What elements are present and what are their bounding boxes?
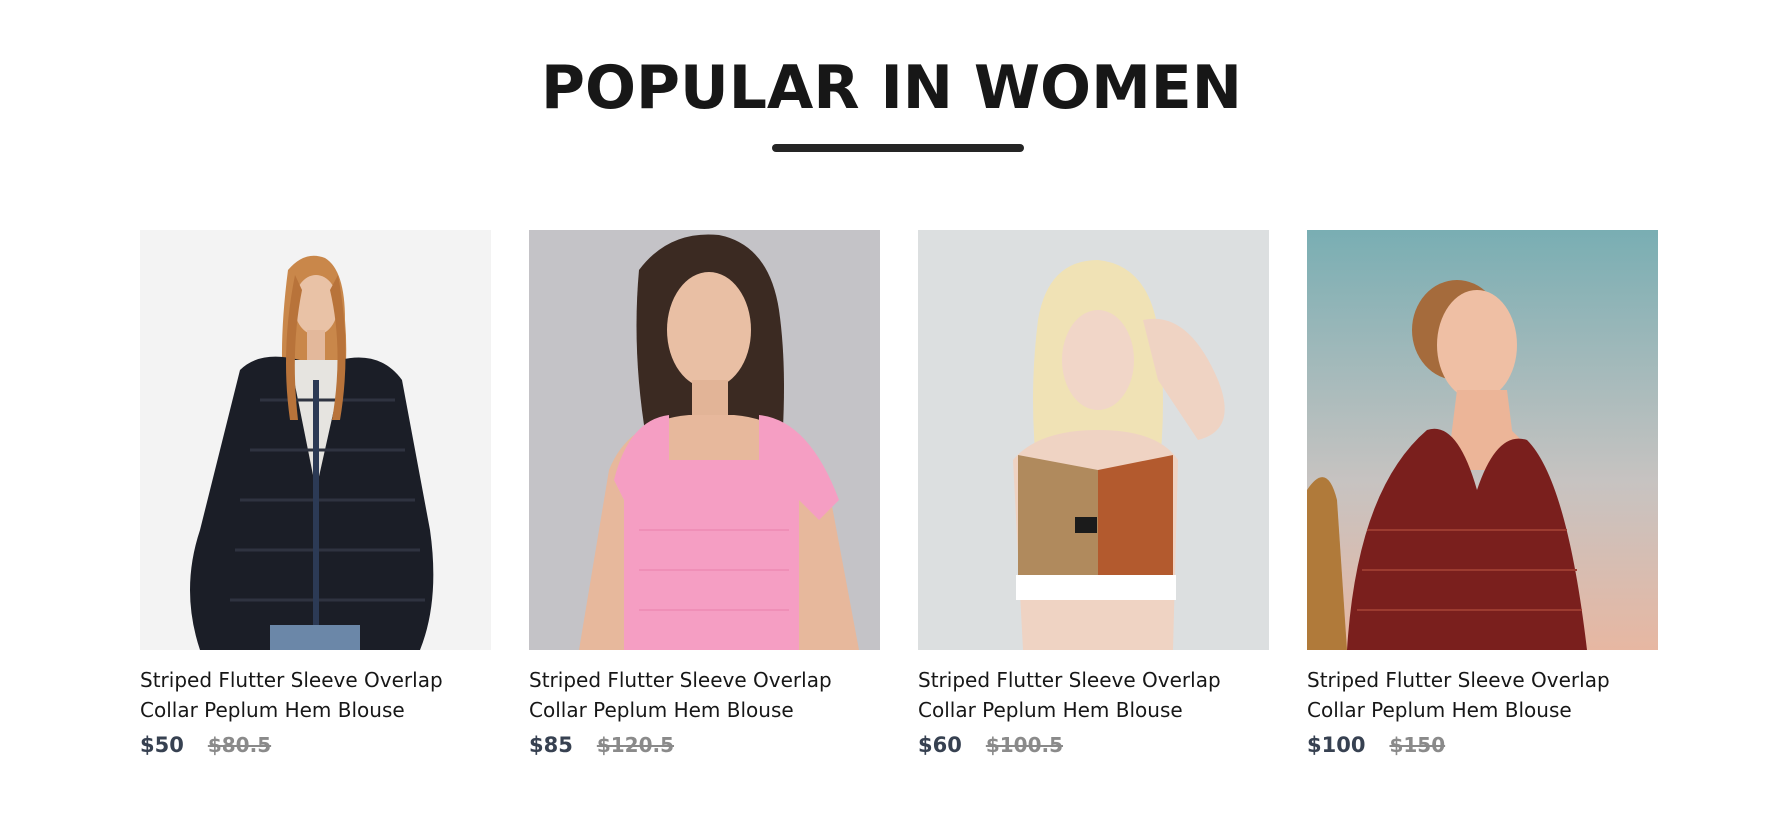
product-old-price: $100.5	[985, 733, 1064, 757]
woman-pink-top-image	[529, 230, 880, 650]
product-new-price: $100	[1307, 733, 1366, 757]
product-image[interactable]	[1307, 230, 1658, 650]
product-name[interactable]: Striped Flutter Sleeve Overlap Collar Pe…	[918, 665, 1248, 725]
section-title: POPULAR IN WOMEN	[541, 53, 1242, 123]
woman-red-wrap-dress-image	[1307, 230, 1658, 650]
product-prices: $100 $150	[1307, 733, 1658, 757]
product-name[interactable]: Striped Flutter Sleeve Overlap Collar Pe…	[529, 665, 859, 725]
popular-section: POPULAR IN WOMEN Striped Flutter Sleeve …	[0, 0, 1783, 822]
product-name[interactable]: Striped Flutter Sleeve Overlap Collar Pe…	[140, 665, 470, 725]
product-card[interactable]: Striped Flutter Sleeve Overlap Collar Pe…	[529, 230, 880, 757]
product-old-price: $120.5	[596, 733, 675, 757]
product-new-price: $85	[529, 733, 573, 757]
woman-black-fur-jacket-image	[140, 230, 491, 650]
product-grid: Striped Flutter Sleeve Overlap Collar Pe…	[140, 230, 1658, 757]
product-image[interactable]	[529, 230, 880, 650]
product-prices: $60 $100.5	[918, 733, 1269, 757]
product-new-price: $50	[140, 733, 184, 757]
product-name[interactable]: Striped Flutter Sleeve Overlap Collar Pe…	[1307, 665, 1637, 725]
product-card[interactable]: Striped Flutter Sleeve Overlap Collar Pe…	[1307, 230, 1658, 757]
product-old-price: $150	[1389, 733, 1446, 757]
product-card[interactable]: Striped Flutter Sleeve Overlap Collar Pe…	[140, 230, 491, 757]
product-card[interactable]: Striped Flutter Sleeve Overlap Collar Pe…	[918, 230, 1269, 757]
product-old-price: $80.5	[207, 733, 272, 757]
product-prices: $85 $120.5	[529, 733, 880, 757]
product-new-price: $60	[918, 733, 962, 757]
product-image[interactable]	[140, 230, 491, 650]
product-image[interactable]	[918, 230, 1269, 650]
product-prices: $50 $80.5	[140, 733, 491, 757]
title-underline	[772, 144, 1024, 152]
woman-sports-bra-image	[918, 230, 1269, 650]
